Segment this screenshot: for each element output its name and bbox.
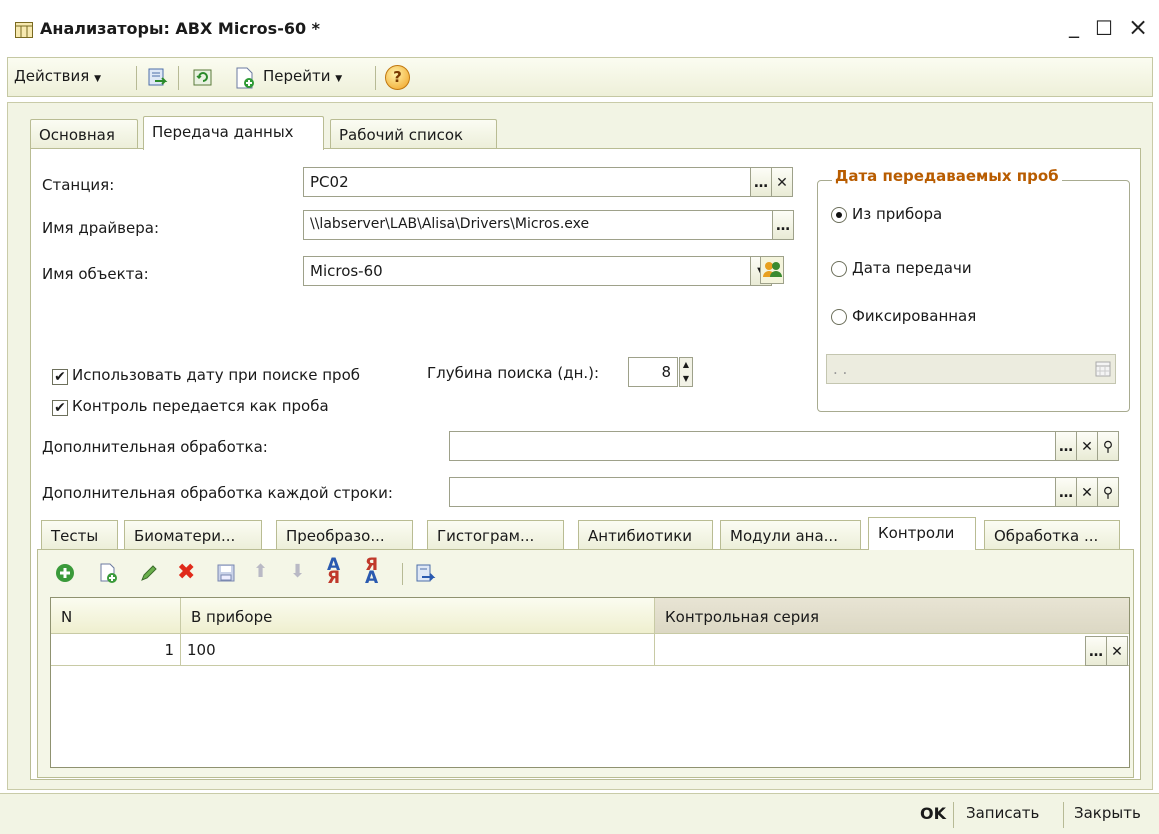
edit-pencil-icon[interactable] — [138, 562, 160, 584]
actions-menu[interactable]: Действия ▼ — [14, 67, 101, 85]
toolbar-separator — [136, 66, 137, 90]
sort-descending-icon[interactable]: ЯA — [365, 557, 378, 587]
title-bar: Анализаторы: ABX Micros-60 * _ ☐ × — [0, 0, 1159, 52]
button-separator — [1063, 802, 1064, 828]
inner-tab-analyzer-modules[interactable]: Модули ана... — [720, 520, 861, 550]
driver-input[interactable]: \\labserver\LAB\Alisa\Drivers\Micros.exe — [303, 210, 773, 240]
inner-tab-transforms[interactable]: Преобразо... — [276, 520, 413, 550]
control-label: Контроль передается как проба — [72, 397, 329, 415]
new-document-icon[interactable] — [234, 66, 256, 90]
bottom-button-bar: OK Записать Закрыть — [0, 793, 1159, 834]
save-button[interactable]: Записать — [966, 804, 1039, 822]
cell-clear-button[interactable]: ✕ — [1106, 636, 1128, 666]
extra-processing-search-icon[interactable]: ⚲ — [1097, 431, 1119, 461]
inner-tab-controls[interactable]: Контроли — [868, 517, 976, 550]
refresh-icon[interactable] — [192, 67, 214, 89]
inner-tab-biomaterials[interactable]: Биоматери... — [124, 520, 262, 550]
tab-worklist[interactable]: Рабочий список — [330, 119, 497, 149]
depth-spinner[interactable]: ▲ ▼ — [679, 357, 693, 387]
station-select-button[interactable]: … — [750, 167, 772, 197]
dropdown-arrow-icon: ▼ — [335, 74, 343, 84]
tab-data-transfer[interactable]: Передача данных — [143, 116, 324, 150]
maximize-button[interactable]: ☐ — [1095, 16, 1113, 40]
depth-label: Глубина поиска (дн.): — [427, 364, 600, 382]
export-icon[interactable] — [414, 563, 436, 585]
inner-tab-histograms[interactable]: Гистограм... — [427, 520, 564, 550]
radio-fixed-label: Фиксированная — [852, 307, 977, 325]
inner-tab-processing[interactable]: Обработка ... — [984, 520, 1120, 550]
radio-transfer-date-label: Дата передачи — [852, 259, 972, 277]
extra-processing-input[interactable] — [449, 431, 1056, 461]
use-date-checkbox[interactable]: ✔ — [52, 369, 68, 385]
inner-tab-antibiotics[interactable]: Антибиотики — [578, 520, 713, 550]
control-checkbox[interactable]: ✔ — [52, 400, 68, 416]
users-icon[interactable] — [760, 256, 784, 284]
ok-button[interactable]: OK — [920, 804, 946, 823]
station-label: Станция: — [42, 176, 115, 194]
help-icon[interactable]: ? — [385, 65, 410, 90]
cell-control-series[interactable] — [655, 634, 1129, 666]
toolbar-separator — [178, 66, 179, 90]
goto-label: Перейти — [263, 67, 331, 85]
date-group-title: Дата передаваемых проб — [832, 167, 1062, 185]
column-header-n[interactable]: N — [51, 598, 181, 634]
extra-row-processing-search-icon[interactable]: ⚲ — [1097, 477, 1119, 507]
table-icon — [15, 22, 33, 38]
add-icon[interactable] — [54, 562, 76, 584]
copy-icon[interactable] — [97, 562, 119, 584]
move-down-icon[interactable]: ⬇ — [290, 561, 305, 582]
tab-main[interactable]: Основная — [30, 119, 138, 149]
calendar-icon[interactable] — [1095, 360, 1111, 378]
extra-row-processing-input[interactable] — [449, 477, 1056, 507]
extra-processing-select-button[interactable]: … — [1055, 431, 1077, 461]
end-edit-icon[interactable] — [216, 563, 236, 583]
close-window-button[interactable]: × — [1128, 13, 1148, 41]
close-button[interactable]: Закрыть — [1074, 804, 1141, 822]
toolbar-separator — [375, 66, 376, 90]
driver-select-button[interactable]: … — [772, 210, 794, 240]
extra-processing-clear-button[interactable]: ✕ — [1076, 431, 1098, 461]
cell-select-button[interactable]: … — [1085, 636, 1107, 666]
toolbar-separator — [402, 563, 403, 585]
actions-label: Действия — [14, 67, 90, 85]
fixed-date-input[interactable]: . . — [826, 354, 1116, 384]
object-label: Имя объекта: — [42, 265, 149, 283]
extra-row-processing-select-button[interactable]: … — [1055, 477, 1077, 507]
radio-fixed[interactable] — [831, 309, 847, 325]
column-header-control-series[interactable]: Контрольная серия — [655, 598, 1129, 634]
toolbar: Действия ▼ Перейти ▼ ? — [7, 57, 1153, 97]
minimize-button[interactable]: _ — [1069, 14, 1079, 38]
sort-ascending-icon[interactable]: AЯ — [327, 557, 340, 587]
move-up-icon[interactable]: ⬆ — [253, 561, 268, 582]
window-title: Анализаторы: ABX Micros-60 * — [40, 19, 321, 38]
cell-device[interactable]: 100 — [181, 634, 655, 666]
driver-label: Имя драйвера: — [42, 219, 159, 237]
object-input[interactable]: Micros-60 — [303, 256, 751, 286]
inner-tab-tests[interactable]: Тесты — [41, 520, 118, 550]
delete-icon[interactable]: ✖ — [177, 560, 195, 585]
goto-menu[interactable]: Перейти ▼ — [263, 67, 342, 85]
extra-row-processing-clear-button[interactable]: ✕ — [1076, 477, 1098, 507]
station-input[interactable]: PC02 — [303, 167, 751, 197]
save-and-close-icon[interactable] — [146, 67, 168, 89]
extra-row-processing-label: Дополнительная обработка каждой строки: — [42, 484, 393, 502]
controls-grid: N В приборе Контрольная серия 1 100 … ✕ — [50, 597, 1130, 768]
column-header-device[interactable]: В приборе — [181, 598, 655, 634]
station-clear-button[interactable]: ✕ — [771, 167, 793, 197]
dropdown-arrow-icon: ▼ — [94, 74, 101, 84]
grid-toolbar: ✖ ⬆ ⬇ AЯ ЯA — [52, 557, 472, 587]
use-date-label: Использовать дату при поиске проб — [72, 366, 360, 384]
depth-input[interactable]: 8 — [628, 357, 678, 387]
radio-transfer-date[interactable] — [831, 261, 847, 277]
extra-processing-label: Дополнительная обработка: — [42, 438, 268, 456]
cell-n[interactable]: 1 — [51, 634, 181, 666]
radio-from-device[interactable] — [831, 207, 847, 223]
button-separator — [953, 802, 954, 828]
radio-from-device-label: Из прибора — [852, 205, 943, 223]
